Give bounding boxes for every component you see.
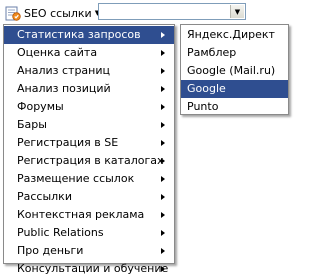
submenu-arrow-icon: [161, 68, 165, 74]
main-menu-item-6[interactable]: Бары: [4, 116, 174, 134]
submenu-arrow-icon: [161, 212, 165, 218]
submenu-arrow-icon: [161, 50, 165, 56]
menu-item-label: Статистика запросов: [17, 28, 141, 41]
submenu-item-5[interactable]: Punto: [181, 98, 288, 116]
search-combo-input[interactable]: ▼: [98, 3, 246, 20]
query-stats-submenu: Яндекс.Директ Рамблер Google (Mail.ru) Goog…: [180, 24, 289, 115]
seo-links-label: SEO ссылки: [24, 6, 92, 20]
submenu-arrow-icon: [161, 32, 165, 38]
menu-item-label: Google (Mail.ru): [187, 64, 276, 77]
menu-item-label: Public Relations: [17, 226, 104, 239]
main-menu-item-14[interactable]: Консультации и обучение: [4, 260, 174, 278]
seo-links-menu: Статистика запросов Оценка сайта Анализ ст…: [3, 24, 175, 275]
menu-item-label: Анализ позиций: [17, 82, 111, 95]
submenu-item-4[interactable]: Google: [181, 80, 288, 98]
submenu-arrow-icon: [161, 158, 165, 164]
submenu-arrow-icon: [161, 230, 165, 236]
main-menu-item-13[interactable]: Про деньги: [4, 242, 174, 260]
menu-item-label: Размещение ссылок: [17, 172, 135, 185]
main-menu-item-5[interactable]: Форумы: [4, 98, 174, 116]
combo-dropdown-button[interactable]: ▼: [230, 5, 244, 18]
main-menu-item-1[interactable]: Статистика запросов: [4, 26, 174, 44]
menu-item-label: Регистрация в каталогах: [17, 154, 164, 167]
submenu-arrow-icon: [161, 248, 165, 254]
submenu-arrow-icon: [161, 194, 165, 200]
menu-item-label: Рамблер: [187, 46, 237, 59]
menu-item-label: Регистрация в SE: [17, 136, 119, 149]
main-menu-item-9[interactable]: Размещение ссылок: [4, 170, 174, 188]
menu-item-label: Яндекс.Директ: [187, 28, 275, 41]
menu-item-label: Консультации и обучение: [17, 262, 169, 275]
submenu-arrow-icon: [161, 86, 165, 92]
menu-item-label: Оценка сайта: [17, 46, 98, 59]
main-menu-item-11[interactable]: Контекстная реклама: [4, 206, 174, 224]
menu-item-label: Анализ страниц: [17, 64, 110, 77]
submenu-item-3[interactable]: Google (Mail.ru): [181, 62, 288, 80]
main-menu-item-3[interactable]: Анализ страниц: [4, 62, 174, 80]
main-menu-item-10[interactable]: Рассылки: [4, 188, 174, 206]
seo-links-button[interactable]: SEO ссылки ▼: [2, 3, 100, 23]
main-menu-item-2[interactable]: Оценка сайта: [4, 44, 174, 62]
submenu-arrow-icon: [161, 122, 165, 128]
menu-item-label: Про деньги: [17, 244, 84, 257]
main-menu-item-12[interactable]: Public Relations: [4, 224, 174, 242]
submenu-arrow-icon: [161, 104, 165, 110]
main-menu-item-7[interactable]: Регистрация в SE: [4, 134, 174, 152]
submenu-item-1[interactable]: Яндекс.Директ: [181, 26, 288, 44]
submenu-arrow-icon: [161, 176, 165, 182]
menu-item-label: Контекстная реклама: [17, 208, 145, 221]
main-menu-item-4[interactable]: Анализ позиций: [4, 80, 174, 98]
submenu-item-2[interactable]: Рамблер: [181, 44, 288, 62]
menu-item-label: Форумы: [17, 100, 64, 113]
menu-item-label: Punto: [187, 100, 219, 113]
menu-item-label: Рассылки: [17, 190, 72, 203]
submenu-arrow-icon: [161, 140, 165, 146]
menu-item-label: Бары: [17, 118, 47, 131]
chevron-down-icon: ▼: [234, 7, 241, 16]
main-menu-item-8[interactable]: Регистрация в каталогах: [4, 152, 174, 170]
menu-item-label: Google: [187, 82, 226, 95]
seo-links-icon: [5, 5, 21, 21]
